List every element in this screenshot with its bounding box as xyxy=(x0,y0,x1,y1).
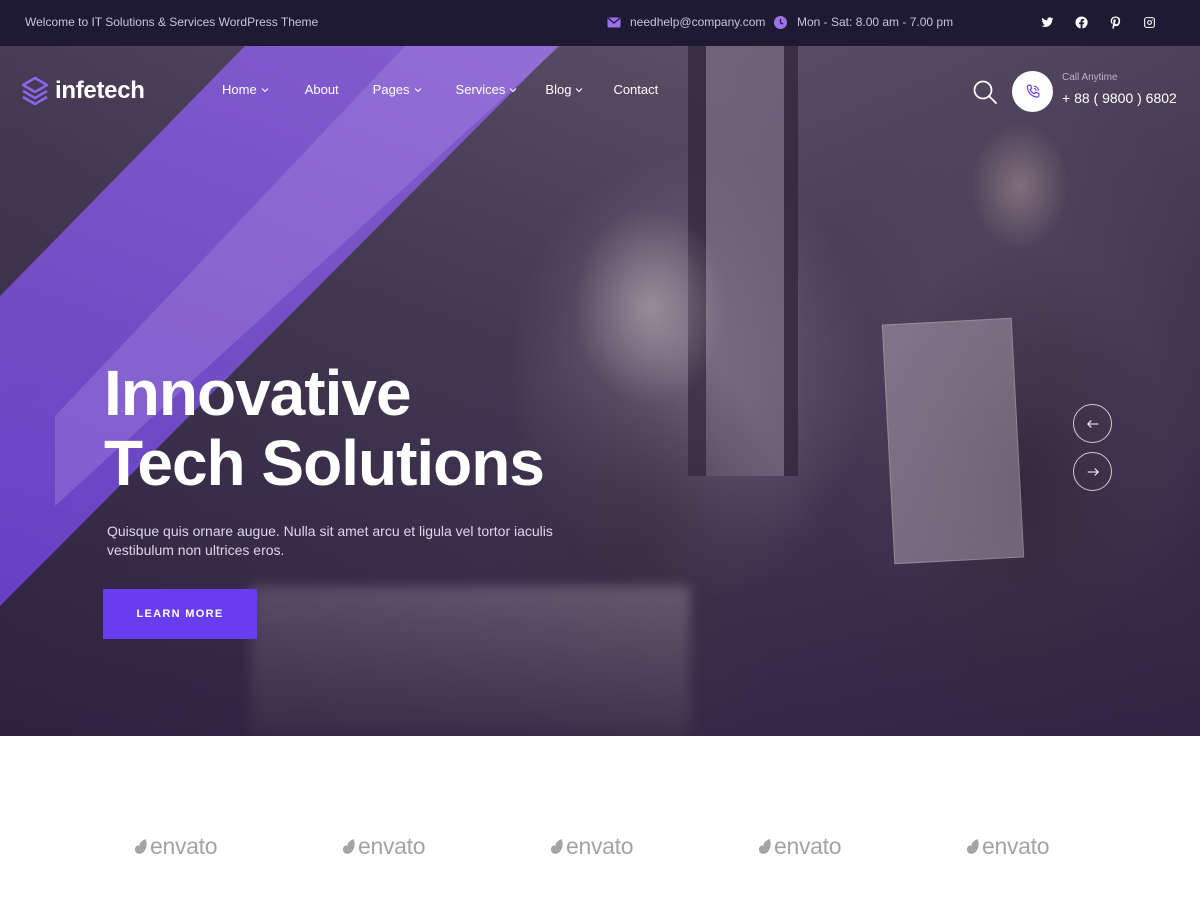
call-button[interactable] xyxy=(1012,71,1053,112)
contact-email[interactable]: needhelp@company.com xyxy=(607,15,765,29)
partner-logos: envato envato envato envato envato xyxy=(0,736,1200,900)
nav-item-label: Services xyxy=(455,82,506,97)
nav-item-home[interactable]: Home xyxy=(222,82,269,97)
envelope-icon xyxy=(607,17,621,27)
call-label: Call Anytime xyxy=(1062,72,1118,83)
nav-item-blog[interactable]: Blog xyxy=(545,82,583,97)
partner-logo-text: envato xyxy=(982,833,1050,859)
envato-leaf-icon xyxy=(342,839,355,854)
welcome-text: Welcome to IT Solutions & Services WordP… xyxy=(25,15,319,29)
slider-prev-button[interactable] xyxy=(1073,404,1112,443)
opening-hours: Mon - Sat: 8.00 am - 7.00 pm xyxy=(774,15,953,29)
logo-text: infetech xyxy=(55,77,145,104)
partner-logo[interactable]: envato xyxy=(966,833,1050,860)
partner-logo-text: envato xyxy=(358,833,426,859)
chevron-down-icon xyxy=(414,87,421,92)
nav-item-about[interactable]: About xyxy=(305,82,339,97)
nav-item-label: Blog xyxy=(545,82,572,97)
facebook-icon[interactable] xyxy=(1072,13,1090,31)
partner-logo[interactable]: envato xyxy=(342,833,426,860)
hero-title: Innovative Tech Solutions xyxy=(104,357,545,499)
arrow-left-icon xyxy=(1086,419,1098,428)
phone-icon xyxy=(1026,84,1039,98)
partner-logo[interactable]: envato xyxy=(134,833,218,860)
call-number[interactable]: + 88 ( 9800 ) 6802 xyxy=(1062,90,1177,106)
instagram-icon[interactable] xyxy=(1140,13,1158,31)
clock-icon xyxy=(774,15,787,29)
partner-logo-text: envato xyxy=(566,833,634,859)
pinterest-icon[interactable] xyxy=(1106,13,1124,31)
hero-title-line-2: Tech Solutions xyxy=(104,427,545,499)
envato-leaf-icon xyxy=(550,839,563,854)
partner-logo-text: envato xyxy=(150,833,218,859)
envato-leaf-icon xyxy=(966,839,979,854)
search-icon[interactable] xyxy=(972,79,998,105)
site-logo[interactable]: infetech xyxy=(21,76,145,106)
main-nav: Home About Pages Services Blog Contact xyxy=(222,82,692,97)
envato-leaf-icon xyxy=(758,839,771,854)
email-text: needhelp@company.com xyxy=(630,15,766,29)
top-bar: Welcome to IT Solutions & Services WordP… xyxy=(0,0,1200,46)
nav-item-label: Contact xyxy=(613,82,659,97)
nav-item-label: Home xyxy=(222,82,257,97)
nav-item-pages[interactable]: Pages xyxy=(373,82,422,97)
learn-more-button[interactable]: LEARN MORE xyxy=(103,589,257,639)
chevron-down-icon xyxy=(576,87,583,92)
social-links xyxy=(1038,13,1158,31)
logo-icon xyxy=(21,76,49,106)
partner-logo[interactable]: envato xyxy=(758,833,842,860)
nav-item-contact[interactable]: Contact xyxy=(613,82,658,97)
slider-next-button[interactable] xyxy=(1073,452,1112,491)
hero-subtitle: Quisque quis ornare augue. Nulla sit ame… xyxy=(107,523,553,558)
chevron-down-icon xyxy=(510,87,517,92)
arrow-right-icon xyxy=(1087,467,1099,476)
hero-title-line-1: Innovative xyxy=(104,357,412,429)
twitter-icon[interactable] xyxy=(1038,13,1056,31)
partner-logo[interactable]: envato xyxy=(550,833,634,860)
nav-item-label: Pages xyxy=(372,82,410,97)
chevron-down-icon xyxy=(261,87,269,92)
partner-logo-text: envato xyxy=(774,833,842,859)
envato-leaf-icon xyxy=(134,839,147,854)
hours-text: Mon - Sat: 8.00 am - 7.00 pm xyxy=(797,15,954,29)
nav-item-services[interactable]: Services xyxy=(456,82,518,97)
nav-item-label: About xyxy=(304,82,339,97)
